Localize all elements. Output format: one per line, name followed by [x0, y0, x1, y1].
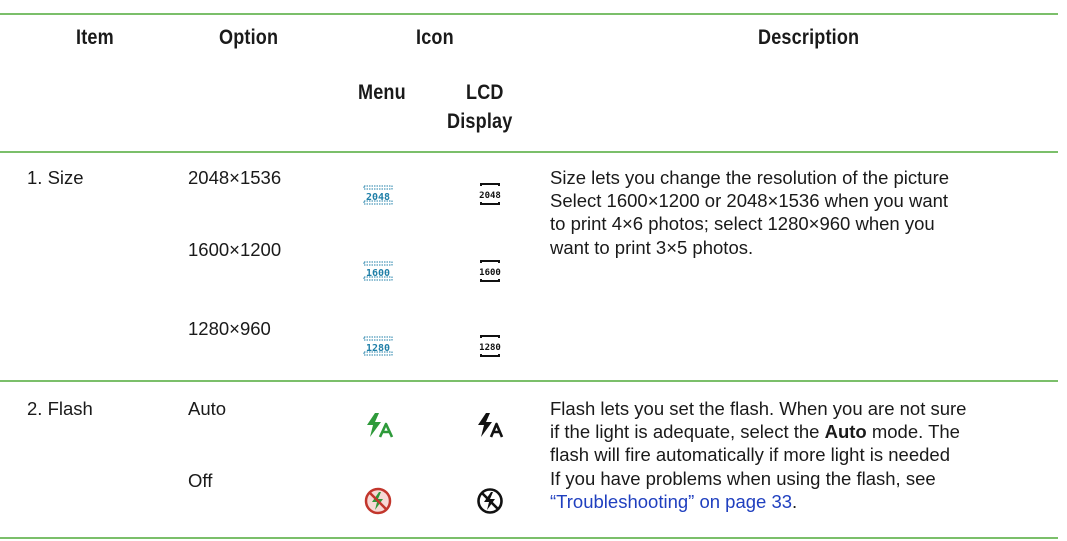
size-description-line: Size lets you change the resolution of t…	[550, 167, 950, 188]
size-2048-menu-icon: 2048	[363, 185, 393, 205]
option-auto: Auto	[188, 398, 227, 419]
flash-description: Flash lets you set the flash. When you a…	[550, 397, 1067, 513]
header-icon: Icon	[416, 26, 454, 49]
flash-description-text: .	[792, 490, 798, 512]
svg-text:1280: 1280	[366, 343, 390, 354]
size-1280-lcd-icon: 1280	[479, 335, 501, 357]
size-1600-lcd-icon: 1600	[479, 260, 501, 282]
header-description: Description	[758, 26, 860, 49]
flash-description-text: if the light is adequate, select the	[550, 421, 825, 443]
header-item: Item	[76, 26, 114, 49]
option-1280: 1280×960	[188, 318, 271, 339]
header-lcd-line1: LCD	[466, 81, 504, 104]
size-description-line: to print 4×6 photos; select 1280×960 whe…	[550, 213, 935, 235]
header-option: Option	[219, 26, 279, 49]
row-divider	[0, 380, 1058, 382]
flash-description-line: flash will fire automatically if more li…	[550, 444, 950, 466]
svg-text:1600: 1600	[366, 268, 390, 279]
flash-auto-lcd-icon	[478, 413, 504, 438]
row-size-item: 1. Size	[27, 167, 84, 188]
bottom-rule	[0, 537, 1058, 539]
svg-text:1600: 1600	[479, 268, 501, 278]
header-lcd-line2: Display	[447, 110, 513, 133]
flash-description-line: Flash lets you set the flash. When you a…	[550, 398, 967, 419]
top-rule	[0, 13, 1058, 15]
size-2048-lcd-icon: 2048	[479, 183, 501, 205]
flash-description-line: If you have problems when using the flas…	[550, 467, 936, 489]
size-description: Size lets you change the resolution of t…	[550, 166, 1067, 259]
header-menu: Menu	[358, 81, 406, 104]
row-flash-item: 2. Flash	[27, 398, 93, 419]
flash-off-lcd-icon	[477, 488, 503, 514]
size-1280-menu-icon: 1280	[363, 336, 393, 356]
svg-text:1280: 1280	[479, 343, 501, 353]
size-1600-menu-icon: 1600	[363, 261, 393, 281]
svg-text:2048: 2048	[479, 191, 501, 201]
flash-off-menu-icon	[364, 487, 392, 515]
option-1600: 1600×1200	[188, 239, 282, 260]
flash-description-text: mode. The	[866, 421, 960, 443]
flash-description-line: “Troubleshooting” on page 33.	[550, 490, 1067, 513]
size-description-line: want to print 3×5 photos.	[550, 236, 754, 258]
option-2048: 2048×1536	[188, 167, 282, 188]
auto-mode-emphasis: Auto	[824, 421, 867, 443]
svg-text:2048: 2048	[366, 192, 390, 203]
flash-auto-menu-icon	[367, 413, 394, 438]
troubleshooting-link[interactable]: “Troubleshooting” on page 33	[550, 491, 792, 512]
header-rule	[0, 151, 1058, 153]
flash-description-line: if the light is adequate, select the Aut…	[550, 420, 1067, 443]
size-description-line: Select 1600×1200 or 2048×1536 when you w…	[550, 190, 949, 212]
option-off: Off	[188, 470, 213, 491]
